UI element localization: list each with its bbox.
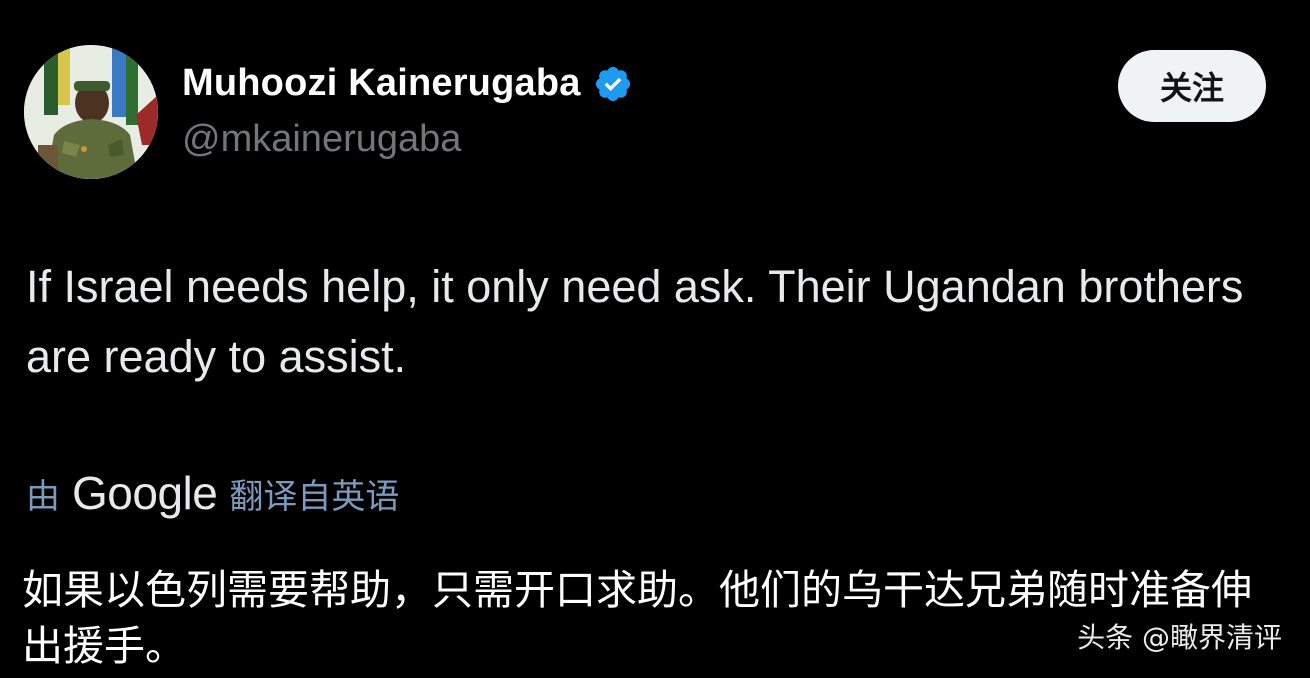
author-name-text[interactable]: Muhoozi Kainerugaba bbox=[182, 62, 581, 105]
google-logo: Google bbox=[72, 467, 218, 519]
watermark: 头条 @瞰界清评 bbox=[1077, 621, 1282, 654]
tweet-text: If Israel needs help, it only need ask. … bbox=[26, 261, 1244, 382]
author-display-name[interactable]: Muhoozi Kainerugaba bbox=[182, 62, 633, 105]
follow-button[interactable]: 关注 bbox=[1118, 50, 1266, 122]
author-handle[interactable]: @mkainerugaba bbox=[182, 118, 461, 161]
translated-by-label: 由 bbox=[26, 476, 60, 517]
avatar[interactable] bbox=[24, 45, 158, 179]
translated-from-english-link[interactable]: 翻译自英语 bbox=[229, 469, 399, 518]
avatar-photo-icon bbox=[24, 45, 158, 179]
translation-attribution: 由 Google 翻译自英语 bbox=[26, 465, 399, 521]
verified-badge-icon[interactable] bbox=[593, 64, 633, 104]
